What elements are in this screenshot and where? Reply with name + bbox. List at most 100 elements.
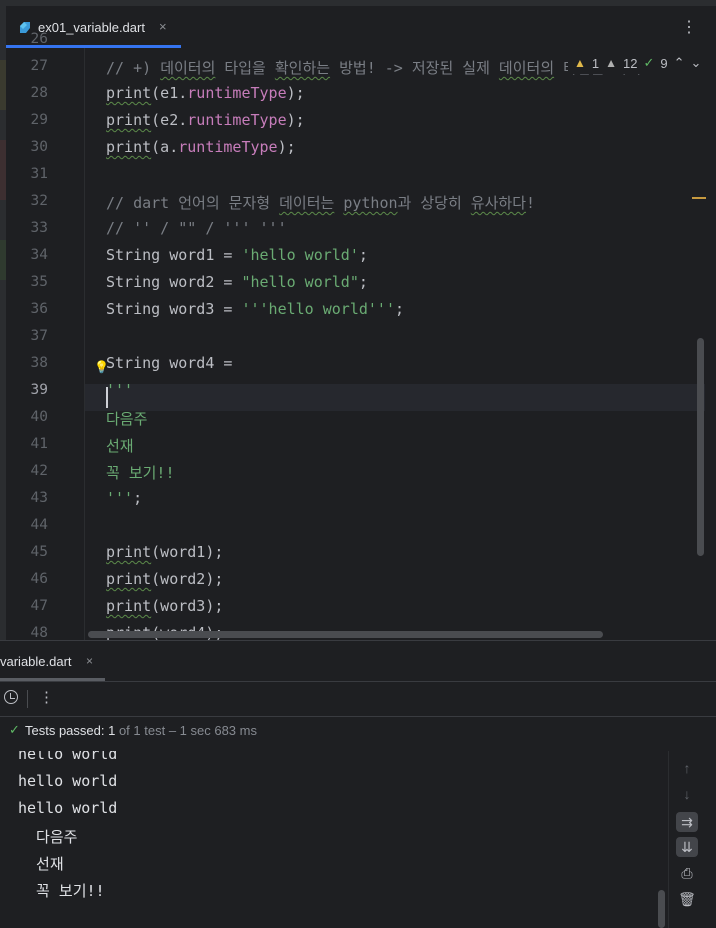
console-line: 선재: [18, 855, 64, 873]
line-number[interactable]: 35: [6, 274, 48, 290]
previous-highlight-icon[interactable]: ⌃: [674, 55, 685, 71]
code-token: 데이터의: [160, 59, 216, 77]
code-token: 선재: [106, 437, 134, 455]
line-number[interactable]: 32: [6, 193, 48, 209]
console-line: hello world: [18, 751, 118, 763]
line-number[interactable]: 30: [6, 139, 48, 155]
line-number[interactable]: 42: [6, 463, 48, 479]
console-line: 꼭 보기!!: [18, 882, 105, 900]
line-number[interactable]: 43: [6, 490, 48, 506]
code-token: runtimeType: [178, 138, 278, 156]
console-line: 다음주: [18, 828, 78, 846]
intention-bulb-icon[interactable]: 💡: [94, 360, 109, 374]
toolbar-separator: [27, 690, 28, 708]
scroll-to-end-icon[interactable]: ⇊: [676, 837, 698, 857]
code-line: print(word1);: [106, 543, 223, 561]
code-token: print: [106, 111, 152, 129]
code-token: 꼭 보기!!: [106, 464, 175, 482]
code-line: ''': [106, 381, 133, 399]
code-token: print: [106, 84, 152, 102]
code-token: 과 상당히: [397, 194, 471, 212]
line-number[interactable]: 38: [6, 355, 48, 371]
line-number[interactable]: 46: [6, 571, 48, 587]
code-token: 방법! -> 저장된 실제: [330, 59, 499, 77]
code-token: (a.: [151, 138, 179, 156]
line-number[interactable]: 39: [6, 382, 48, 398]
weak-warning-count: 12: [623, 55, 638, 71]
line-number[interactable]: 36: [6, 301, 48, 317]
code-token: 데이터는: [279, 194, 335, 212]
code-editor[interactable]: // +) 데이터의 타입을 확인하는 방법! -> 저장된 실제 데이터의 타…: [85, 48, 697, 640]
code-token: ;: [395, 300, 405, 318]
code-token: (word3);: [151, 597, 224, 615]
console-line: hello world: [18, 799, 118, 817]
console-scrollbar[interactable]: [658, 890, 665, 928]
code-token: print: [106, 597, 152, 615]
line-number[interactable]: 40: [6, 409, 48, 425]
code-line: String word4 =: [106, 354, 232, 372]
code-token: // +): [106, 59, 161, 77]
code-line: String word2 = "hello world";: [106, 273, 368, 291]
tab-close-icon[interactable]: ×: [159, 19, 167, 34]
code-token: 타입을: [215, 59, 275, 77]
console-line: hello world: [18, 772, 118, 790]
line-number[interactable]: 45: [6, 544, 48, 560]
code-token: !: [526, 194, 536, 212]
line-number[interactable]: 26: [6, 31, 48, 47]
weak-warning-icon: ▲: [605, 56, 618, 70]
line-number[interactable]: 28: [6, 85, 48, 101]
code-token: (word2);: [151, 570, 224, 588]
next-highlight-icon[interactable]: ⌄: [691, 55, 702, 71]
clear-all-icon[interactable]: 🗑: [676, 889, 698, 909]
code-token: );: [277, 138, 296, 156]
code-token: String word3 =: [106, 300, 242, 318]
scroll-up-icon[interactable]: ↑: [676, 758, 698, 778]
line-number[interactable]: 27: [6, 58, 48, 74]
error-stripe-marker[interactable]: [692, 197, 706, 199]
console-output[interactable]: hello world hello world hello world 다음주 선재…: [0, 751, 668, 928]
code-token: 유사하다: [470, 194, 526, 212]
soft-wrap-icon[interactable]: ⇉: [676, 812, 698, 832]
run-tab-close-icon[interactable]: ×: [86, 654, 93, 668]
test-history-icon[interactable]: [4, 690, 18, 704]
line-number[interactable]: 29: [6, 112, 48, 128]
line-number[interactable]: 34: [6, 247, 48, 263]
editor-vertical-scrollbar[interactable]: [697, 338, 704, 556]
code-line: String word3 = '''hello world''';: [106, 300, 404, 318]
editor-more-icon[interactable]: ⋮: [681, 17, 697, 37]
code-token: );: [286, 84, 305, 102]
code-line: print(e1.runtimeType);: [106, 84, 305, 102]
code-token: 확인하는: [274, 59, 331, 77]
code-token: 데이터의: [498, 59, 555, 77]
line-number[interactable]: 31: [6, 166, 48, 182]
code-token: String word1 =: [106, 246, 242, 264]
editor-horizontal-scrollbar[interactable]: [88, 631, 603, 638]
run-tab-title[interactable]: variable.dart: [0, 654, 72, 669]
tests-passed-icon: ✓: [9, 722, 20, 737]
run-more-icon[interactable]: ⋮: [39, 688, 54, 706]
line-number[interactable]: 41: [6, 436, 48, 452]
code-token: runtimeType: [187, 111, 287, 129]
warning-icon: ▲: [574, 56, 586, 70]
code-token: ''': [106, 489, 134, 507]
line-number[interactable]: 47: [6, 598, 48, 614]
print-icon[interactable]: ⎙: [676, 863, 698, 883]
line-number[interactable]: 37: [6, 328, 48, 344]
inspection-widget[interactable]: ▲ 1 ▲ 12 ✓ 9 ⌃ ⌄: [568, 52, 708, 74]
typo-count: 9: [660, 55, 668, 71]
code-line: // '' / "" / ''' ''': [106, 219, 287, 237]
scroll-down-icon[interactable]: ↓: [676, 784, 698, 804]
tab-title: ex01_variable.dart: [38, 20, 145, 35]
code-token: (word1);: [151, 543, 224, 561]
code-token: String word2 =: [106, 273, 242, 291]
line-number[interactable]: 33: [6, 220, 48, 236]
warning-count: 1: [591, 55, 600, 71]
run-tab-indicator: [0, 678, 105, 681]
code-line: print(word3);: [106, 597, 223, 615]
line-number[interactable]: 44: [6, 517, 48, 533]
line-number[interactable]: 48: [6, 625, 48, 641]
code-token: 다음주: [106, 410, 148, 428]
code-line: print(a.runtimeType);: [106, 138, 296, 156]
code-line: 선재: [106, 435, 134, 456]
